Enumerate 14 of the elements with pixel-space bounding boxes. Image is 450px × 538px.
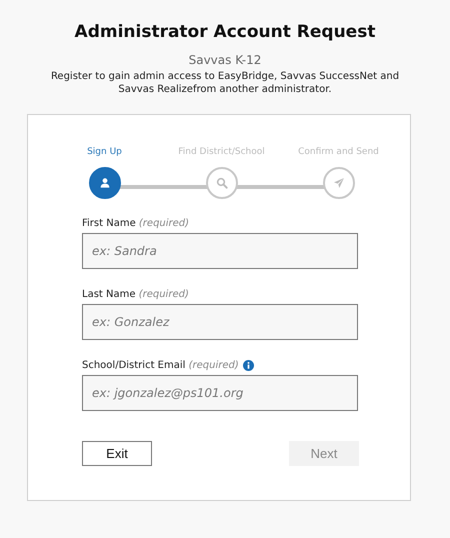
description: Register to gain admin access to EasyBridge, Savvas SuccessNet and Savvas Realizefrom another administrator.	[50, 70, 400, 96]
field-label: School/District Email (required)	[82, 360, 239, 371]
page-title: Administrator Account Request	[74, 22, 376, 42]
info-icon[interactable]	[242, 360, 254, 371]
step-label: Find District/School	[178, 147, 265, 159]
exit-button[interactable]: Exit	[82, 441, 152, 466]
input-field[interactable]: ex: Sandra	[82, 233, 358, 269]
input-field[interactable]: ex: Gonzalez	[82, 304, 358, 340]
step-label: Sign Up	[87, 147, 122, 159]
step-label: Confirm and Send	[298, 147, 379, 159]
field-label: Last Name (required)	[82, 289, 189, 300]
field-label: First Name (required)	[82, 218, 190, 229]
subtitle: Savvas K-12	[188, 53, 262, 67]
input-field[interactable]: ex: jgonzalez@ps101.org	[82, 375, 358, 411]
